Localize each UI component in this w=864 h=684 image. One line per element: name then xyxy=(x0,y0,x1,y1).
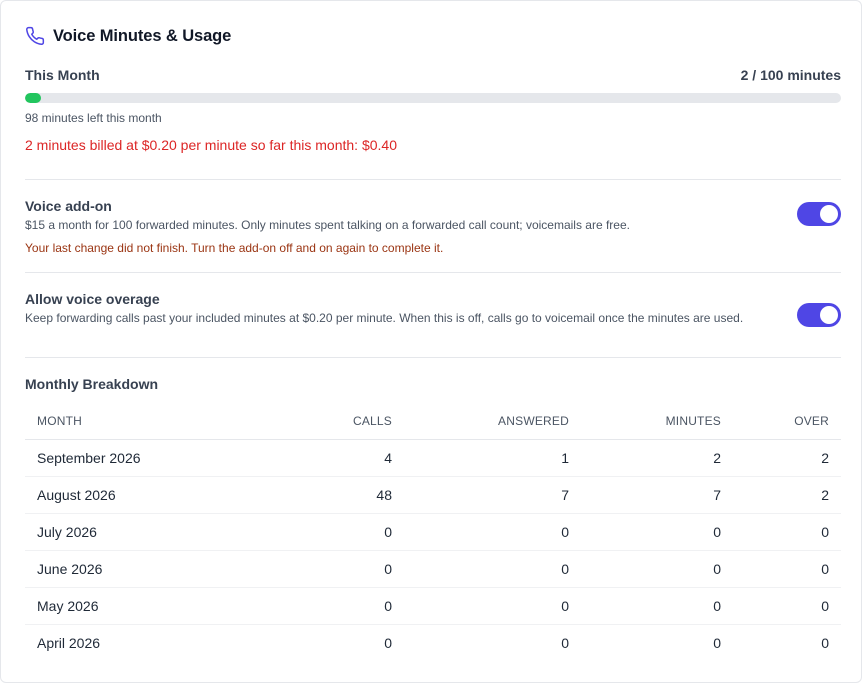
column-header-calls: CALLS xyxy=(265,403,392,440)
cell-calls: 0 xyxy=(265,587,392,625)
toggle-knob xyxy=(820,306,838,324)
cell-minutes: 2 xyxy=(569,439,721,477)
voice-addon-setting: Voice add-on $15 a month for 100 forward… xyxy=(25,198,841,255)
cell-over: 0 xyxy=(721,550,841,588)
voice-addon-toggle[interactable] xyxy=(797,202,841,226)
cell-answered: 0 xyxy=(392,587,569,625)
card-title: Voice Minutes & Usage xyxy=(53,26,232,45)
table-row: June 2026 0 0 0 0 xyxy=(25,550,841,588)
divider xyxy=(25,179,841,180)
cell-minutes: 0 xyxy=(569,550,721,588)
cell-month: September 2026 xyxy=(25,439,265,477)
voice-usage-card: Voice Minutes & Usage This Month 2 / 100… xyxy=(0,0,862,683)
column-header-minutes: MINUTES xyxy=(569,403,721,440)
monthly-breakdown-table: MONTH CALLS ANSWERED MINUTES OVER Septem… xyxy=(25,403,841,661)
cell-over: 0 xyxy=(721,587,841,625)
cell-month: May 2026 xyxy=(25,587,265,625)
usage-count: 2 / 100 minutes xyxy=(740,67,841,83)
cell-over: 0 xyxy=(721,513,841,551)
voice-overage-description: Keep forwarding calls past your included… xyxy=(25,311,744,325)
divider xyxy=(25,272,841,273)
cell-month: June 2026 xyxy=(25,550,265,588)
usage-progress-fill xyxy=(25,93,42,103)
column-header-over: OVER xyxy=(721,403,841,440)
cell-answered: 0 xyxy=(392,513,569,551)
column-header-answered: ANSWERED xyxy=(392,403,569,440)
cell-minutes: 7 xyxy=(569,476,721,514)
cell-month: April 2026 xyxy=(37,634,101,651)
cell-month: August 2026 xyxy=(25,476,265,514)
voice-addon-title: Voice add-on xyxy=(25,198,112,214)
table-row: September 2026 4 1 2 2 xyxy=(25,439,841,477)
cell-answered: 1 xyxy=(392,439,569,477)
cell-answered: 0 xyxy=(392,550,569,588)
cell-month: July 2026 xyxy=(25,513,265,551)
divider xyxy=(25,357,841,358)
cell-over: 0 xyxy=(821,634,829,651)
cell-minutes: 0 xyxy=(569,513,721,551)
voice-addon-warning: Your last change did not finish. Turn th… xyxy=(25,241,444,255)
cell-over: 2 xyxy=(721,476,841,514)
card-header: Voice Minutes & Usage xyxy=(25,26,231,46)
cell-calls: 4 xyxy=(265,439,392,477)
voice-overage-title: Allow voice overage xyxy=(25,291,160,307)
usage-period-label: This Month xyxy=(25,67,100,83)
column-header-month: MONTH xyxy=(25,403,265,440)
phone-icon xyxy=(25,26,45,46)
table-header-row: MONTH CALLS ANSWERED MINUTES OVER xyxy=(25,403,841,440)
cell-calls: 48 xyxy=(265,476,392,514)
usage-summary: This Month 2 / 100 minutes xyxy=(25,67,841,83)
cell-minutes: 0 xyxy=(713,634,721,651)
cell-calls: 0 xyxy=(265,550,392,588)
cell-answered: 7 xyxy=(392,476,569,514)
cell-over: 2 xyxy=(721,439,841,477)
usage-progress-bar xyxy=(25,93,841,103)
voice-addon-description: $15 a month for 100 forwarded minutes. O… xyxy=(25,218,630,232)
voice-overage-setting: Allow voice overage Keep forwarding call… xyxy=(25,291,841,327)
cell-minutes: 0 xyxy=(569,587,721,625)
breakdown-title: Monthly Breakdown xyxy=(25,376,159,392)
voice-overage-toggle[interactable] xyxy=(797,303,841,327)
table-row: July 2026 0 0 0 0 xyxy=(25,513,841,551)
table-row: May 2026 0 0 0 0 xyxy=(25,587,841,625)
billed-text: 2 minutes billed at $0.20 per minute so … xyxy=(25,137,397,153)
cell-calls: 0 xyxy=(265,513,392,551)
cell-calls: 0 xyxy=(384,634,392,651)
table-row: April 2026 0 0 0 0 xyxy=(25,624,841,661)
toggle-knob xyxy=(820,205,838,223)
cell-answered: 0 xyxy=(561,634,569,651)
minutes-left-text: 98 minutes left this month xyxy=(25,111,162,125)
table-row: August 2026 48 7 7 2 xyxy=(25,476,841,514)
